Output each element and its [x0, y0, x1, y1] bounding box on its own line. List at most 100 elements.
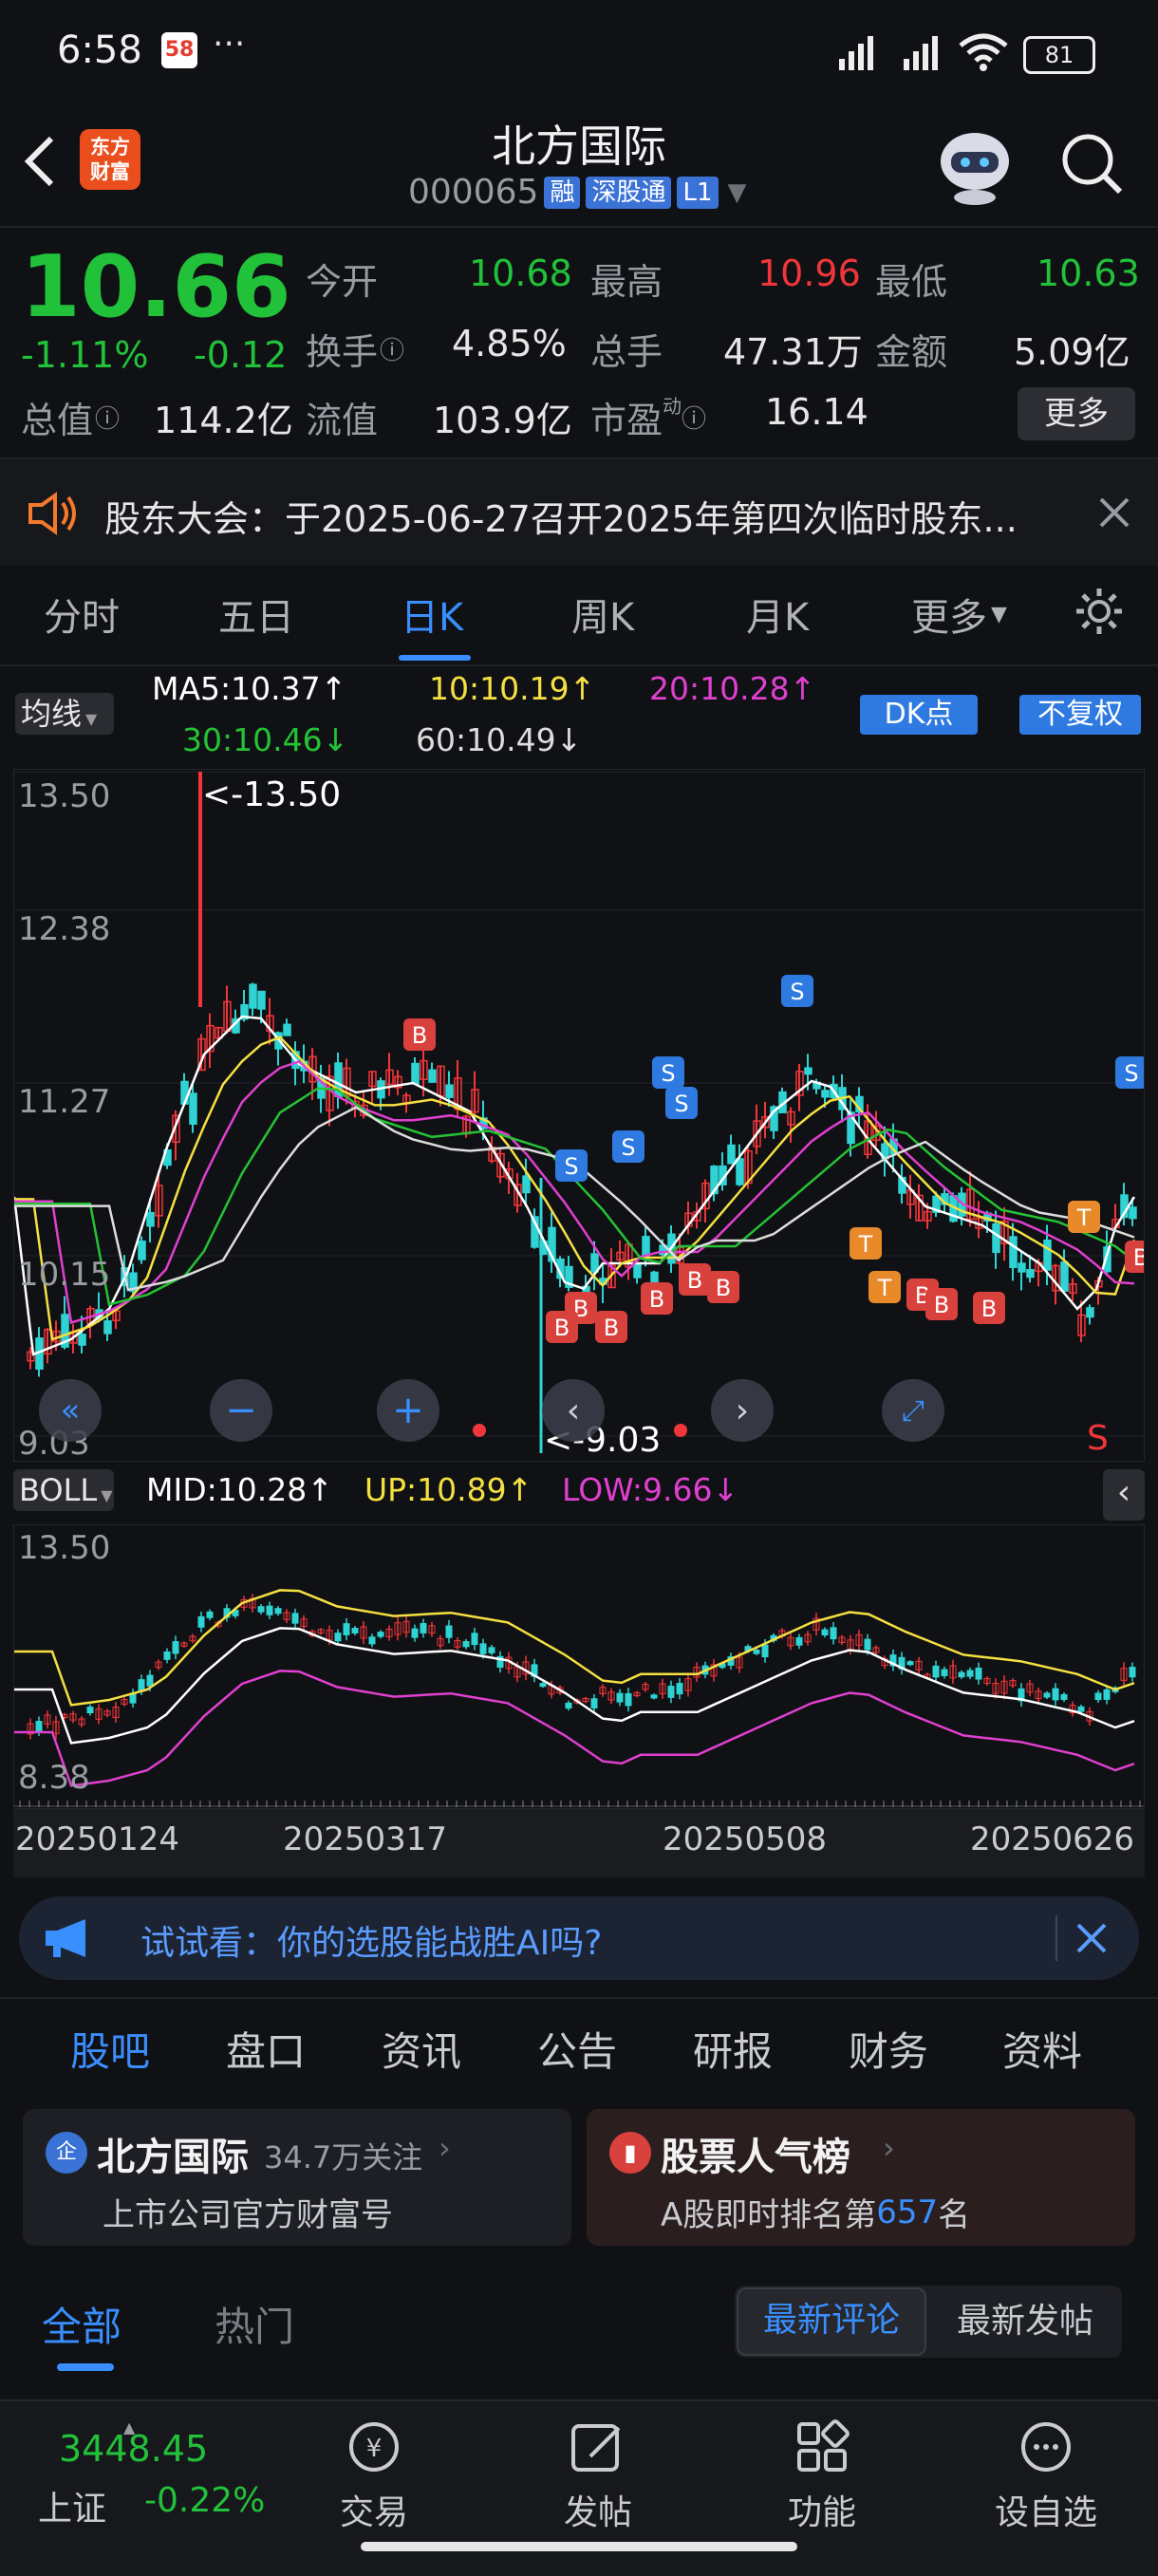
boll-up: UP:10.89↑ [364, 1471, 533, 1508]
scroll-left-icon[interactable]: « [39, 1379, 102, 1442]
price-adjust-button[interactable]: 不复权 [1019, 695, 1141, 735]
stock-code-row[interactable]: 000065 融 深股通 L1 ▼ [408, 173, 747, 212]
svg-text:B: B [1133, 1244, 1144, 1271]
boll-chart[interactable]: 13.50 8.38 [13, 1524, 1145, 1809]
volume-label: 总手 [590, 331, 663, 373]
trade-signal-marker: B [925, 1288, 958, 1320]
tag-margin: 融 [544, 176, 581, 209]
indicator-selector[interactable]: BOLL ▼ [13, 1469, 114, 1511]
company-card[interactable]: 企 北方国际 34.7万关注 › 上市公司官方财富号 [23, 2109, 571, 2246]
boll-canvas [14, 1589, 1144, 1807]
notice-bar[interactable]: 股东大会：于2025-06-27召开2025年第四次临时股东... [0, 459, 1158, 566]
tab-monthly-k[interactable]: 月K [746, 587, 809, 642]
svg-text:T: T [1076, 1204, 1092, 1231]
tab-announcements[interactable]: 公告 [537, 2020, 617, 2078]
signal-s-label: S [1087, 1419, 1109, 1458]
pe-value: 16.14 [765, 391, 868, 433]
tab-more[interactable]: 更多 ▼ [911, 587, 1007, 642]
sort-latest-post[interactable]: 最新发帖 [930, 2287, 1120, 2356]
trade-icon[interactable]: ¥ [338, 2418, 410, 2475]
home-indicator [361, 2542, 797, 2551]
y-label-2: 12.38 [18, 910, 111, 948]
settings-gear-icon[interactable] [1073, 585, 1126, 638]
app-notification-icon: 58 [161, 32, 197, 68]
tab-pankou[interactable]: 盘口 [226, 2020, 306, 2078]
search-icon[interactable] [1059, 131, 1126, 197]
collapse-panel-icon[interactable]: ‹ [1103, 1469, 1145, 1521]
pe-sup: 动 [663, 395, 682, 418]
tab-finance[interactable]: 财务 [849, 2020, 928, 2078]
popularity-title: 股票人气榜 [661, 2136, 850, 2179]
tab-daily-k[interactable]: 日K [401, 587, 463, 642]
mcap-label-group[interactable]: 总值 ⓘ [21, 391, 120, 443]
trade-signal-marker: S [781, 975, 813, 1007]
trade-signal-marker: B [641, 1282, 673, 1315]
low-value: 10.63 [1037, 252, 1140, 294]
tab-news[interactable]: 资讯 [382, 2020, 461, 2078]
nav-post[interactable]: 发帖 [562, 2485, 634, 2534]
trade-signal-marker: S [1115, 1056, 1144, 1089]
turnover-label-group[interactable]: 换手 ⓘ [306, 323, 404, 375]
info-icon: ⓘ [682, 405, 707, 434]
nav-trade[interactable]: 交易 [338, 2485, 410, 2534]
amount-value: 5.09亿 [1014, 331, 1130, 373]
change-amount: -0.12 [194, 334, 288, 376]
ma-selector[interactable]: 均线 ▼ [15, 693, 114, 735]
tab-profile[interactable]: 资料 [1002, 2020, 1082, 2078]
popularity-card[interactable]: ▮ 股票人气榜 › A股即时排名第 657 名 [587, 2109, 1135, 2246]
index-name: 上证 [38, 2490, 107, 2529]
rank-suffix: 名 [938, 2196, 971, 2234]
mcap-value: 114.2亿 [154, 400, 293, 441]
svg-text:B: B [981, 1296, 997, 1322]
tag-level: L1 [677, 176, 719, 209]
ai-promo-banner[interactable]: 试试看：你的选股能战胜AI吗? [19, 1896, 1139, 1980]
more-button[interactable]: 更多 [1018, 387, 1135, 440]
kline-chart[interactable]: BBBBBBBBBBBTTTSSSSSS 13.50 12.38 11.27 1… [13, 769, 1145, 1463]
prev-icon[interactable]: ‹ [542, 1379, 605, 1442]
index-value[interactable]: 3448.45 [59, 2428, 208, 2470]
tab-guba[interactable]: 股吧 [70, 2020, 150, 2078]
signal-icon [839, 36, 873, 70]
trade-signal-marker: S [665, 1087, 698, 1119]
svg-text:B: B [687, 1267, 702, 1294]
next-icon[interactable]: › [711, 1379, 774, 1442]
nav-add-watchlist[interactable]: 设自选 [987, 2485, 1105, 2534]
stock-header: 东方 财富 北方国际 000065 融 深股通 L1 ▼ [0, 104, 1158, 226]
fullscreen-icon[interactable]: ⤢ [882, 1379, 944, 1442]
tab-intraday[interactable]: 分时 [44, 587, 120, 642]
feed-tab-all[interactable]: 全部 [42, 2295, 121, 2353]
close-icon[interactable] [1097, 495, 1131, 530]
dk-point-button[interactable]: DK点 [860, 695, 978, 735]
pe-label-group[interactable]: 市盈 动 ⓘ [590, 391, 706, 443]
close-icon[interactable] [1074, 1921, 1109, 1955]
tab-weekly-k[interactable]: 周K [571, 587, 634, 642]
date-label-2: 20250317 [283, 1820, 448, 1858]
high-label: 最高 [590, 261, 663, 303]
robot-assistant-icon[interactable] [932, 123, 1018, 207]
feed-tab-indicator [57, 2363, 114, 2371]
float-value: 103.9亿 [433, 400, 572, 441]
tab-research[interactable]: 研报 [693, 2020, 773, 2078]
tab-five-day[interactable]: 五日 [218, 587, 294, 642]
apps-icon[interactable] [786, 2418, 858, 2475]
trade-signal-marker: T [850, 1227, 882, 1260]
zoom-in-icon[interactable]: + [377, 1379, 439, 1442]
trade-signal-marker: B [1125, 1241, 1144, 1273]
volume-value: 47.31万 [723, 331, 863, 373]
feed-tab-hot[interactable]: 热门 [215, 2295, 294, 2353]
svg-text:B: B [934, 1292, 949, 1318]
trade-signal-marker: B [403, 1018, 436, 1051]
ma-selector-label: 均线 [21, 696, 83, 732]
svg-text:B: B [554, 1315, 570, 1341]
zoom-out-icon[interactable]: − [210, 1379, 272, 1442]
compose-icon[interactable] [562, 2418, 634, 2475]
y-label-4: 10.15 [18, 1256, 111, 1294]
sort-latest-comment[interactable]: 最新评论 [737, 2287, 926, 2356]
ma30-value: 30:10.46↓ [182, 721, 349, 758]
trade-signal-marker: B [679, 1263, 711, 1296]
amount-label: 金额 [875, 331, 948, 373]
nav-functions[interactable]: 功能 [786, 2485, 858, 2534]
svg-text:S: S [621, 1134, 635, 1161]
watchlist-icon[interactable] [1010, 2418, 1082, 2475]
battery-icon: 81 [1023, 36, 1095, 74]
